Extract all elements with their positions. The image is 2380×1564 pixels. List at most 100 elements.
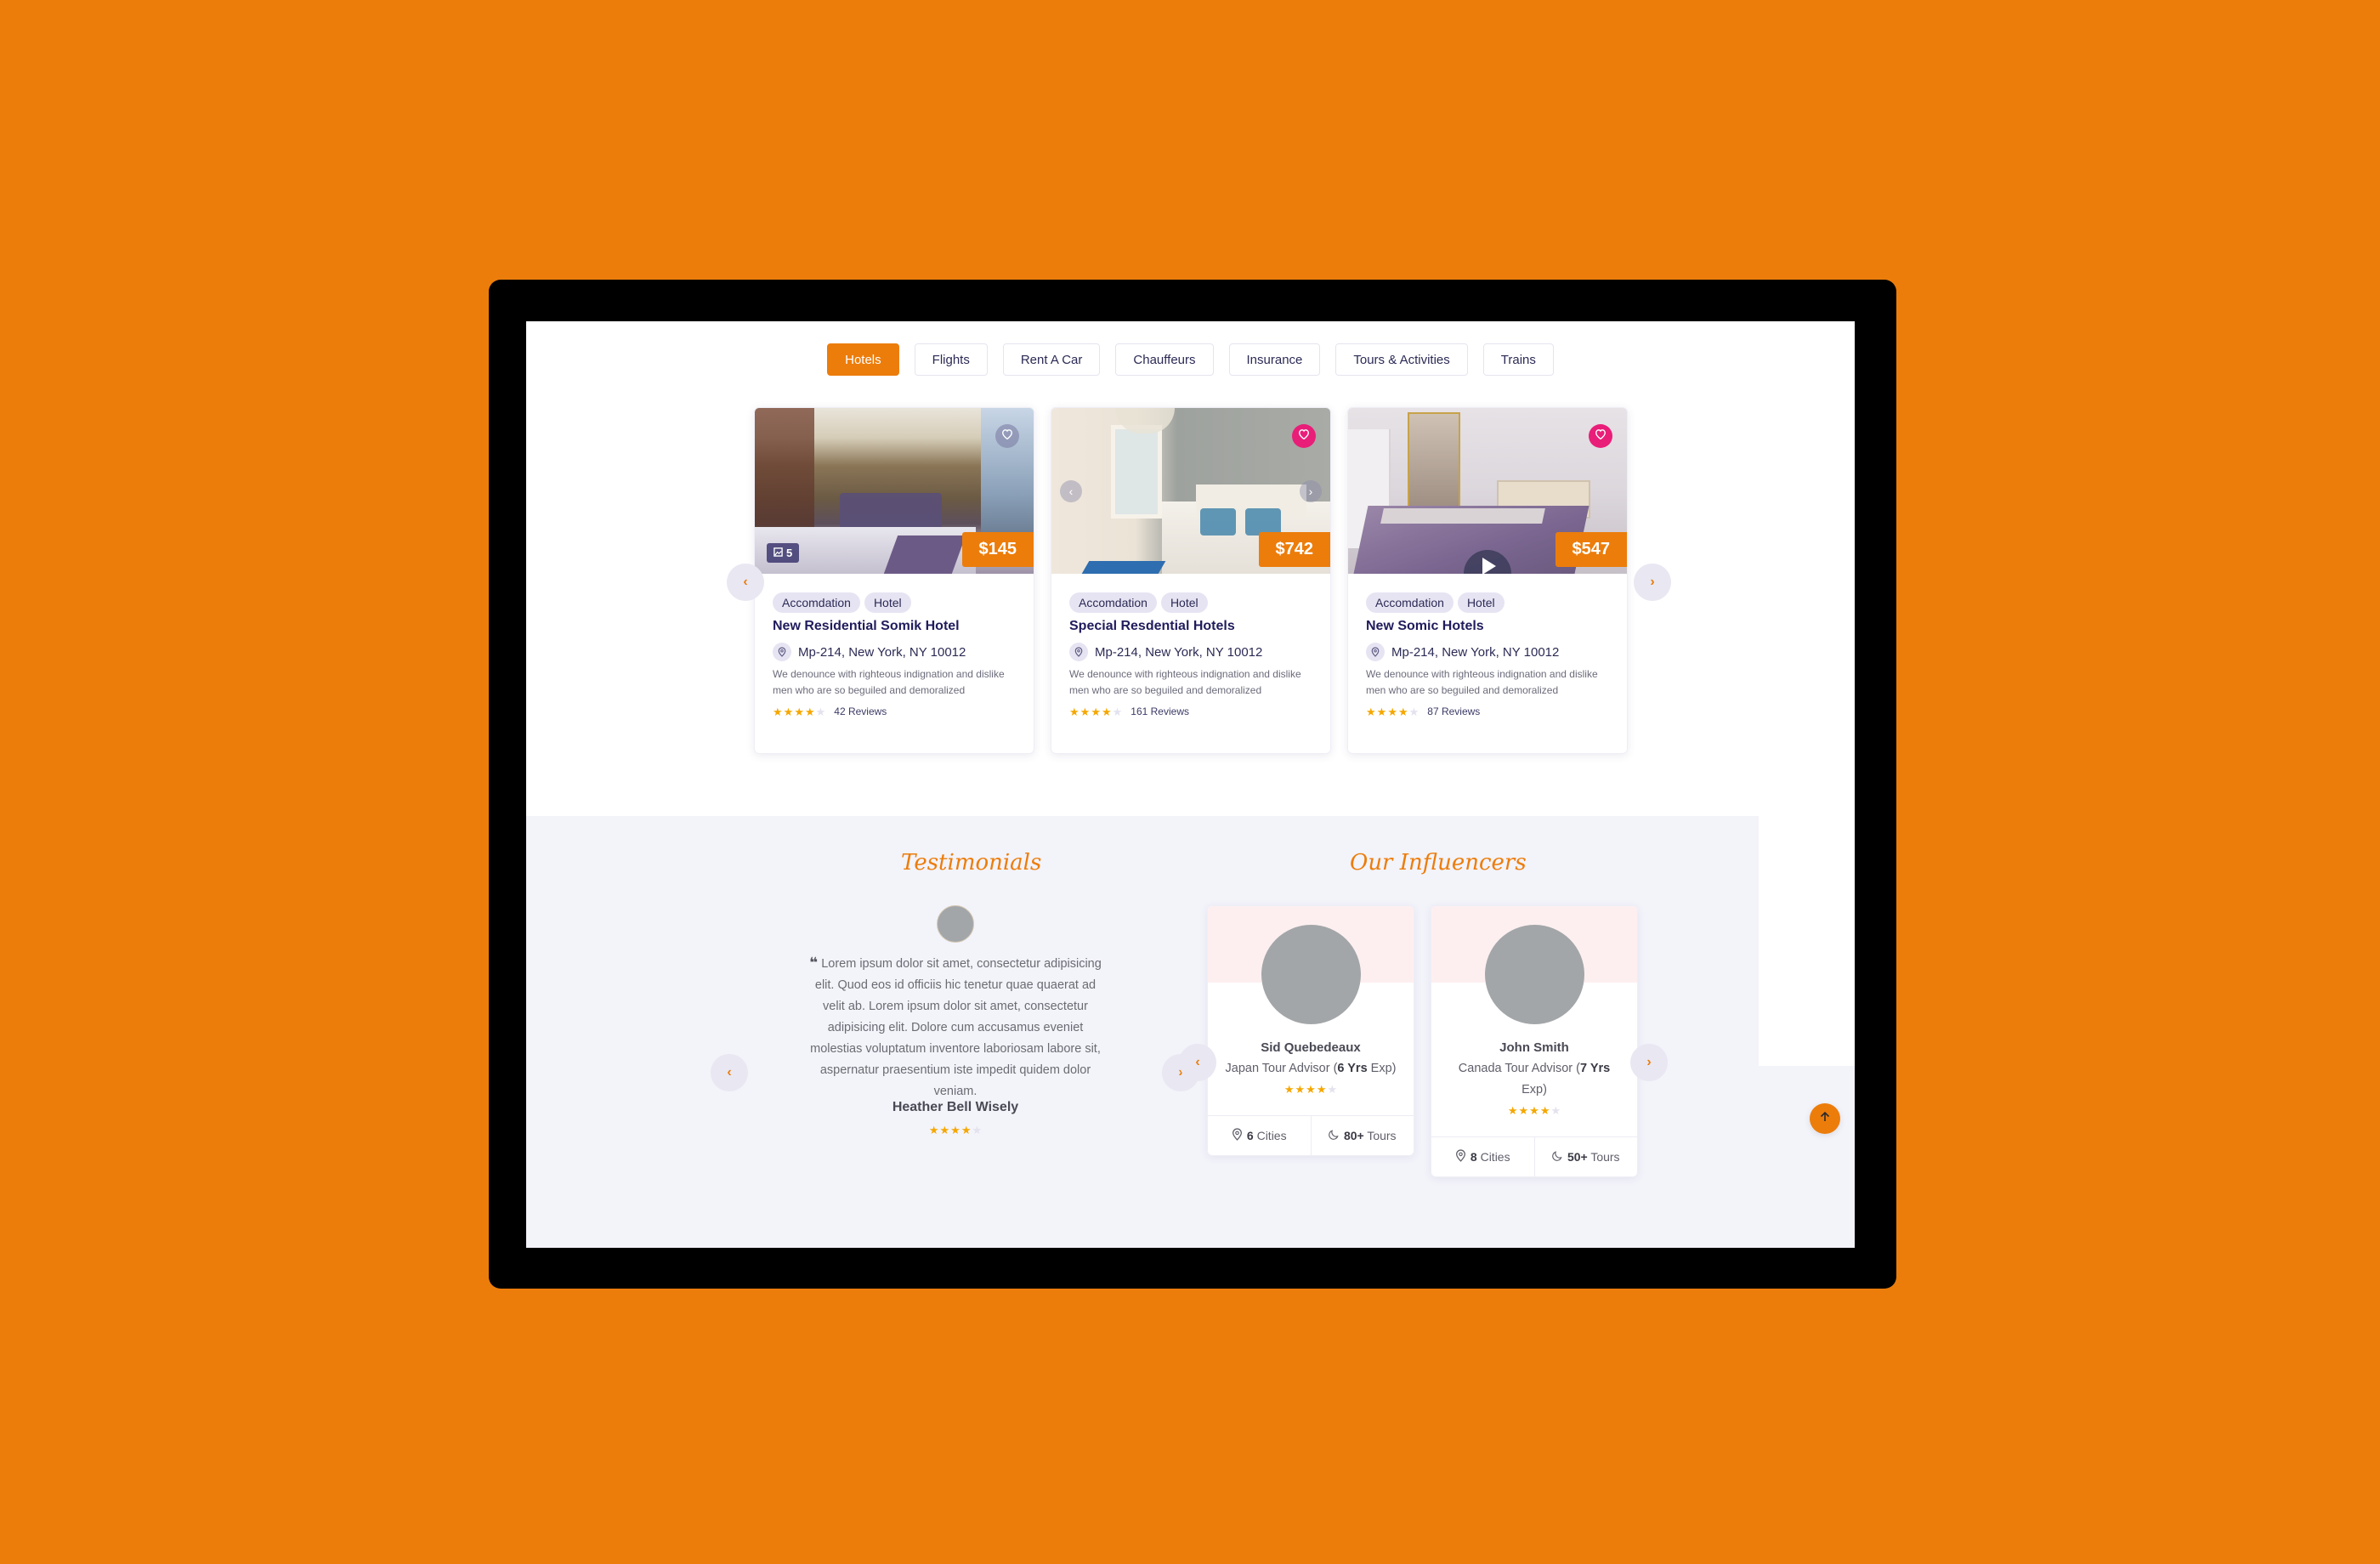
hotels-prev-button[interactable]: ‹ (727, 564, 764, 601)
star-icon: ★ (1091, 705, 1101, 718)
category-chip[interactable]: Accomdation (1366, 592, 1454, 613)
review-count[interactable]: 42 Reviews (834, 706, 887, 717)
hotel-description: We denounce with righteous indignation a… (773, 668, 1005, 696)
influencer-avatar (1261, 925, 1361, 1024)
star-icon: ★ (1518, 1104, 1529, 1117)
hotel-card[interactable]: $547 Accomdation Hotel New Somic Hotels … (1347, 407, 1628, 754)
influencer-name[interactable]: John Smith (1431, 1040, 1637, 1055)
tab-trains[interactable]: Trains (1482, 343, 1554, 376)
influencer-rating: ★ ★ ★ ★ ★ (1431, 1104, 1637, 1118)
favorite-button[interactable] (1589, 424, 1612, 448)
moon-icon (1552, 1150, 1563, 1164)
testimonial-avatar (937, 905, 974, 943)
gallery-count-badge[interactable]: 5 (767, 543, 800, 563)
tab-insurance[interactable]: Insurance (1228, 343, 1321, 376)
location-pin-icon (1069, 643, 1088, 661)
category-chip[interactable]: Accomdation (1069, 592, 1157, 613)
testimonial-prev-button[interactable]: ‹ (711, 1054, 748, 1091)
scroll-to-top-button[interactable] (1810, 1103, 1840, 1134)
star-icon: ★ (950, 1124, 960, 1136)
star-rating: ★ ★ ★ ★ ★ (1069, 706, 1122, 717)
hotel-title[interactable]: Special Resdential Hotels (1069, 619, 1312, 634)
category-tabs: Hotels Flights Rent A Car Chauffeurs Ins… (526, 343, 1855, 376)
chevron-right-icon: › (1308, 484, 1313, 498)
browser-viewport: Hotels Flights Rent A Car Chauffeurs Ins… (526, 321, 1855, 1248)
hotels-next-button[interactable]: › (1634, 564, 1671, 601)
type-chip[interactable]: Hotel (1457, 592, 1504, 613)
influencer-card[interactable]: John Smith Canada Tour Advisor (7 Yrs Ex… (1431, 905, 1638, 1177)
hotel-description: We denounce with righteous indignation a… (1366, 668, 1598, 696)
star-icon: ★ (1550, 1104, 1561, 1117)
type-chip[interactable]: Hotel (1160, 592, 1208, 613)
star-icon: ★ (1539, 1104, 1550, 1117)
image-prev-button[interactable]: ‹ (1060, 480, 1082, 502)
star-icon: ★ (815, 705, 826, 718)
star-icon: ★ (773, 705, 783, 718)
section-background (1759, 1066, 1855, 1248)
influencer-name[interactable]: Sid Quebedeaux (1208, 1040, 1414, 1055)
star-icon: ★ (1295, 1083, 1306, 1096)
hotel-card[interactable]: ‹ › $742 Accomdation Hotel Special Resde… (1051, 407, 1331, 754)
star-icon: ★ (1408, 705, 1420, 718)
star-icon: ★ (1366, 705, 1376, 718)
favorite-button[interactable] (995, 424, 1019, 448)
tours-stat: 50+ Tours (1533, 1137, 1638, 1176)
hotel-image[interactable]: $547 (1348, 408, 1627, 574)
location-pin-icon (773, 643, 791, 661)
influencer-avatar (1485, 925, 1584, 1024)
star-icon: ★ (1327, 1083, 1338, 1096)
heart-icon (1298, 428, 1310, 444)
review-count[interactable]: 87 Reviews (1427, 706, 1480, 717)
cities-stat: 6 Cities (1208, 1116, 1311, 1155)
testimonials-heading: Testimonials (901, 850, 1042, 876)
hotel-image[interactable]: 5 $145 (755, 408, 1034, 574)
hotel-location: Mp-214, New York, NY 10012 (1391, 644, 1560, 660)
hotel-title[interactable]: New Residential Somik Hotel (773, 619, 1016, 634)
influencer-card[interactable]: Sid Quebedeaux Japan Tour Advisor (6 Yrs… (1207, 905, 1414, 1156)
cities-stat: 8 Cities (1431, 1137, 1534, 1176)
hotel-location: Mp-214, New York, NY 10012 (1095, 644, 1263, 660)
star-icon: ★ (1080, 705, 1091, 718)
tab-hotels[interactable]: Hotels (827, 343, 899, 376)
star-icon: ★ (783, 705, 794, 718)
image-next-button[interactable]: › (1300, 480, 1322, 502)
star-icon: ★ (939, 1124, 950, 1136)
testimonial-author: Heather Bell Wisely (892, 1100, 1019, 1114)
image-icon (774, 547, 783, 559)
star-icon: ★ (1507, 1104, 1518, 1117)
section-gap (1759, 816, 1855, 1066)
star-icon: ★ (972, 1124, 983, 1136)
star-icon: ★ (794, 705, 804, 718)
type-chip[interactable]: Hotel (864, 592, 911, 613)
star-rating: ★ ★ ★ ★ ★ (1366, 706, 1419, 717)
hotel-image[interactable]: ‹ › $742 (1051, 408, 1330, 574)
influencer-rating: ★ ★ ★ ★ ★ (1208, 1083, 1414, 1096)
testimonial-rating: ★ ★ ★ ★ ★ (807, 1124, 1104, 1137)
influencers-next-button[interactable]: › (1630, 1044, 1668, 1081)
testimonial-text: Lorem ipsum dolor sit amet, consectetur … (810, 957, 1102, 1098)
testimonial-quote: ❝ Lorem ipsum dolor sit amet, consectetu… (807, 952, 1104, 1102)
star-icon: ★ (1112, 705, 1123, 718)
price-tag: $742 (1258, 532, 1330, 567)
category-chip[interactable]: Accomdation (773, 592, 860, 613)
hotel-title[interactable]: New Somic Hotels (1366, 619, 1609, 634)
hotel-card[interactable]: 5 $145 Accomdation Hotel New Residential… (754, 407, 1034, 754)
hotel-description: We denounce with righteous indignation a… (1069, 668, 1301, 696)
star-icon: ★ (1306, 1083, 1316, 1096)
tab-tours-activities[interactable]: Tours & Activities (1335, 343, 1468, 376)
star-icon: ★ (1376, 705, 1387, 718)
influencers-prev-button[interactable]: ‹ (1179, 1044, 1216, 1081)
tab-chauffeurs[interactable]: Chauffeurs (1115, 343, 1214, 376)
star-icon: ★ (1101, 705, 1112, 718)
tours-stat: 80+ Tours (1310, 1116, 1414, 1155)
chevron-left-icon: ‹ (743, 575, 748, 589)
tab-flights[interactable]: Flights (914, 343, 988, 376)
favorite-button[interactable] (1292, 424, 1316, 448)
location-pin-icon (1232, 1128, 1243, 1143)
hotel-location: Mp-214, New York, NY 10012 (798, 644, 966, 660)
review-count[interactable]: 161 Reviews (1130, 706, 1189, 717)
hotel-carousel: 5 $145 Accomdation Hotel New Residential… (754, 407, 1629, 756)
heart-icon (1595, 428, 1606, 444)
tab-rent-a-car[interactable]: Rent A Car (1002, 343, 1101, 376)
star-icon: ★ (928, 1124, 939, 1136)
